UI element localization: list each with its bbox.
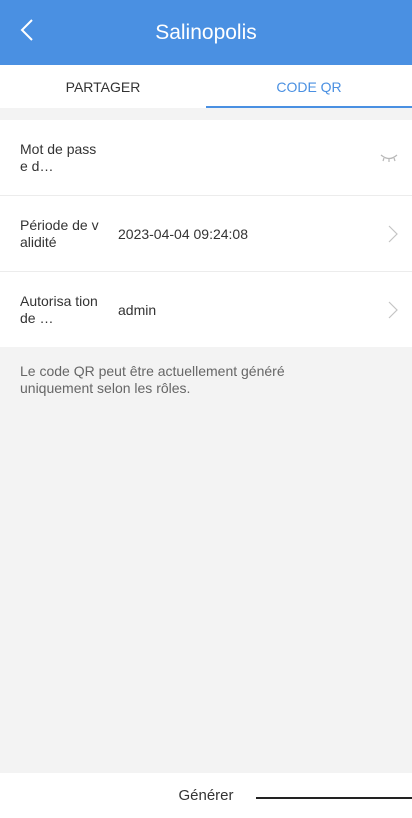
authorization-label: Autorisa tion de … (20, 292, 98, 326)
back-button[interactable] (0, 0, 54, 65)
page-title: Salinopolis (155, 20, 257, 44)
tab-partager[interactable]: PARTAGER (0, 65, 206, 108)
eye-closed-icon[interactable] (380, 153, 398, 163)
chevron-right-icon (388, 301, 398, 319)
password-row: Mot de passe d… (0, 120, 412, 196)
qr-settings-form: Mot de passe d… Période de validité 2023… (0, 120, 412, 347)
footer-bar: Générer (0, 773, 412, 818)
password-input[interactable] (118, 144, 352, 171)
chevron-left-icon (20, 18, 34, 47)
divider-line (256, 797, 412, 799)
generate-button[interactable]: Générer (0, 773, 412, 818)
content-area: Mot de passe d… Période de validité 2023… (0, 108, 412, 773)
tab-code-qr[interactable]: CODE QR (206, 65, 412, 108)
chevron-right-icon (388, 225, 398, 243)
tab-bar: PARTAGER CODE QR (0, 65, 412, 108)
password-label: Mot de passe d… (20, 140, 97, 174)
validity-label: Période de validité (20, 216, 99, 250)
validity-value: 2023-04-04 09:24:08 (118, 225, 248, 242)
info-note: Le code QR peut être actuellement généré… (20, 363, 285, 396)
authorization-row[interactable]: Autorisa tion de … admin (0, 272, 412, 347)
validity-row[interactable]: Période de validité 2023-04-04 09:24:08 (0, 196, 412, 272)
app-header: Salinopolis (0, 0, 412, 65)
authorization-value: admin (118, 301, 157, 318)
